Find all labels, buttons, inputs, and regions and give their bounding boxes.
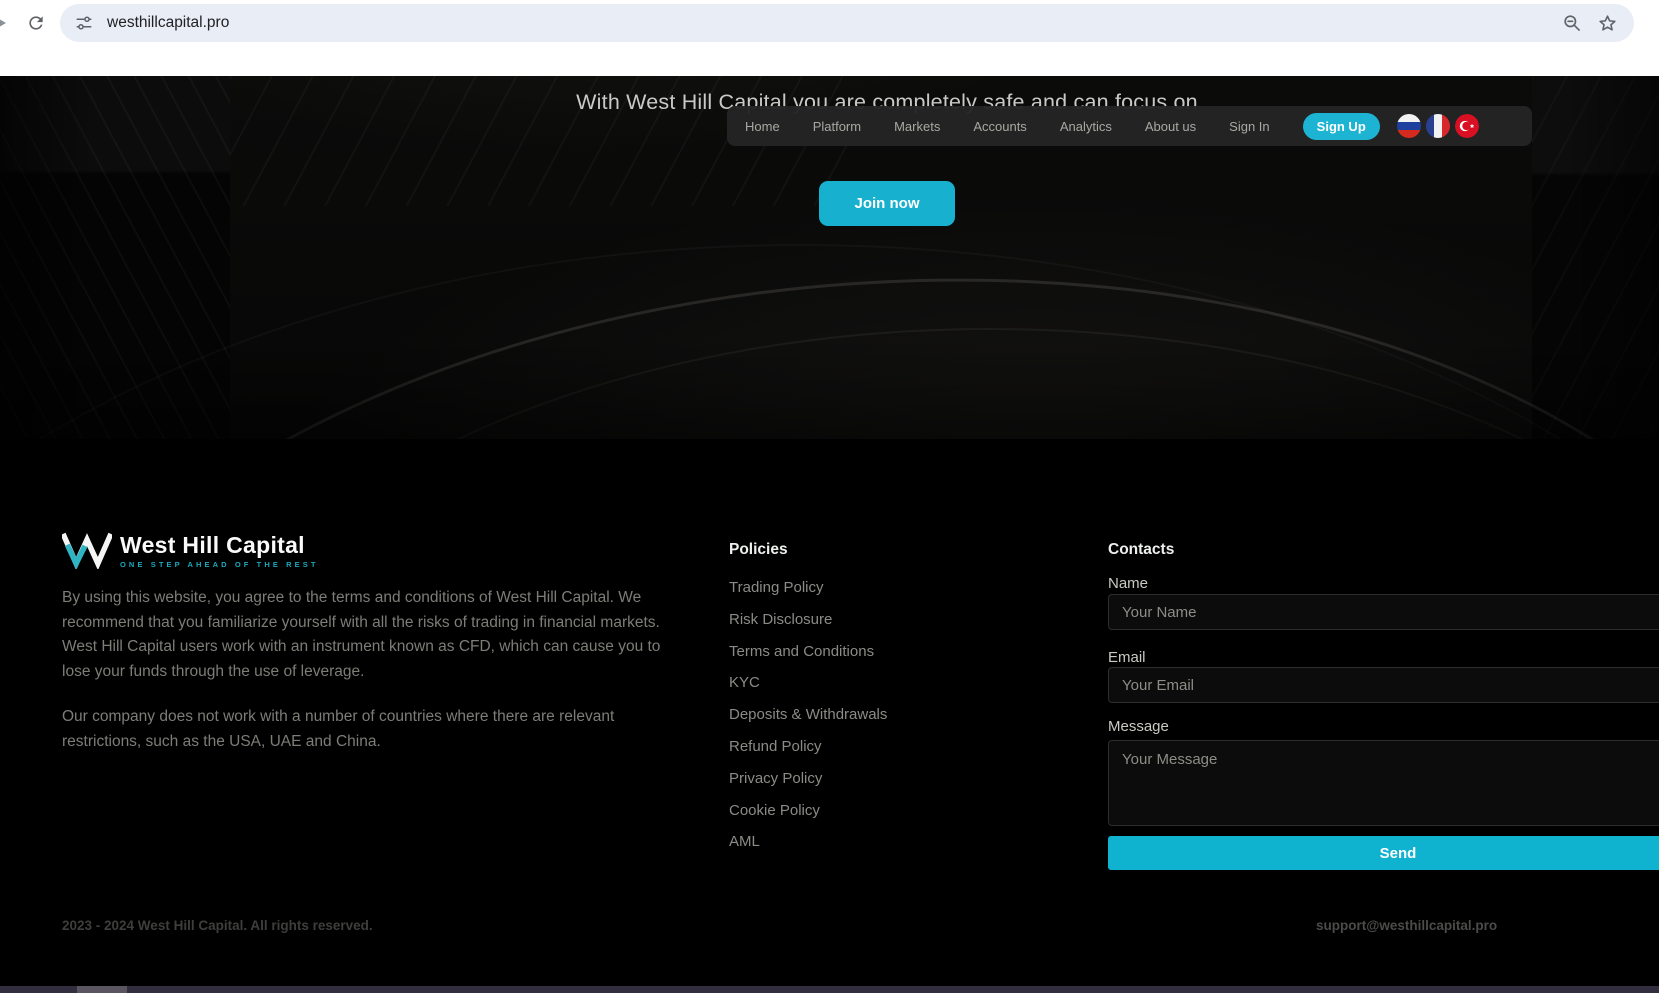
nav-item-sign-in[interactable]: Sign In: [1229, 119, 1269, 134]
policies-title: Policies: [729, 541, 788, 559]
horizontal-scrollbar[interactable]: [0, 986, 1659, 993]
policy-link-trading-policy[interactable]: Trading Policy: [729, 578, 887, 597]
disclaimer-text-1: By using this website, you agree to the …: [62, 586, 662, 684]
horizontal-scrollbar-thumb[interactable]: [77, 986, 127, 993]
sign-up-button[interactable]: Sign Up: [1303, 113, 1380, 140]
policy-link-deposits-withdrawals[interactable]: Deposits & Withdrawals: [729, 705, 887, 724]
hero-bg-left: [0, 76, 230, 439]
name-label: Name: [1108, 575, 1148, 592]
west-hill-logo-icon: [62, 532, 112, 569]
france-flag-icon[interactable]: [1426, 114, 1450, 138]
email-label: Email: [1108, 649, 1146, 666]
policy-link-kyc[interactable]: KYC: [729, 673, 887, 692]
name-field[interactable]: [1108, 594, 1659, 630]
policy-link-terms-and-conditions[interactable]: Terms and Conditions: [729, 642, 887, 661]
zoom-icon[interactable]: [1562, 13, 1582, 33]
nav-item-about-us[interactable]: About us: [1145, 119, 1196, 134]
policies-list: Trading Policy Risk Disclosure Terms and…: [729, 578, 887, 864]
policy-link-aml[interactable]: AML: [729, 832, 887, 851]
support-email-link[interactable]: support@westhillcapital.pro: [1316, 918, 1497, 933]
contacts-title: Contacts: [1108, 541, 1174, 559]
policy-link-risk-disclosure[interactable]: Risk Disclosure: [729, 610, 887, 629]
join-now-button[interactable]: Join now: [819, 181, 955, 226]
brand-tagline: ONE STEP AHEAD OF THE REST: [120, 560, 319, 569]
nav-item-markets[interactable]: Markets: [894, 119, 940, 134]
reload-icon[interactable]: [26, 13, 46, 33]
url-bar[interactable]: westhillcapital.pro: [60, 4, 1634, 42]
hero-bg-right: [1532, 76, 1659, 439]
policy-link-refund-policy[interactable]: Refund Policy: [729, 737, 887, 756]
url-text: westhillcapital.pro: [107, 14, 1562, 32]
nav-item-platform[interactable]: Platform: [813, 119, 861, 134]
copyright-text: 2023 - 2024 West Hill Capital. All right…: [62, 918, 373, 933]
policy-link-privacy-policy[interactable]: Privacy Policy: [729, 769, 887, 788]
bookmark-star-icon[interactable]: [1597, 13, 1618, 34]
main-nav: Home Platform Markets Accounts Analytics…: [727, 106, 1532, 146]
russia-flag-icon[interactable]: [1397, 114, 1421, 138]
disclaimer-text-2: Our company does not work with a number …: [62, 705, 662, 754]
email-field[interactable]: [1108, 667, 1659, 703]
turkey-flag-icon[interactable]: [1455, 114, 1479, 138]
message-label: Message: [1108, 718, 1169, 735]
nav-item-accounts[interactable]: Accounts: [973, 119, 1026, 134]
send-button[interactable]: Send: [1108, 836, 1659, 870]
site-info-icon[interactable]: [75, 14, 93, 32]
brand-name: West Hill Capital: [120, 533, 319, 557]
forward-arrow-icon[interactable]: [0, 16, 7, 30]
message-field[interactable]: [1108, 740, 1659, 826]
browser-chrome: westhillcapital.pro: [0, 0, 1659, 76]
nav-item-analytics[interactable]: Analytics: [1060, 119, 1112, 134]
policy-link-cookie-policy[interactable]: Cookie Policy: [729, 801, 887, 820]
footer: West Hill Capital ONE STEP AHEAD OF THE …: [0, 439, 1659, 986]
nav-item-home[interactable]: Home: [745, 119, 780, 134]
brand-logo: West Hill Capital ONE STEP AHEAD OF THE …: [62, 532, 319, 569]
hero-section: With West Hill Capital you are completel…: [0, 76, 1659, 439]
